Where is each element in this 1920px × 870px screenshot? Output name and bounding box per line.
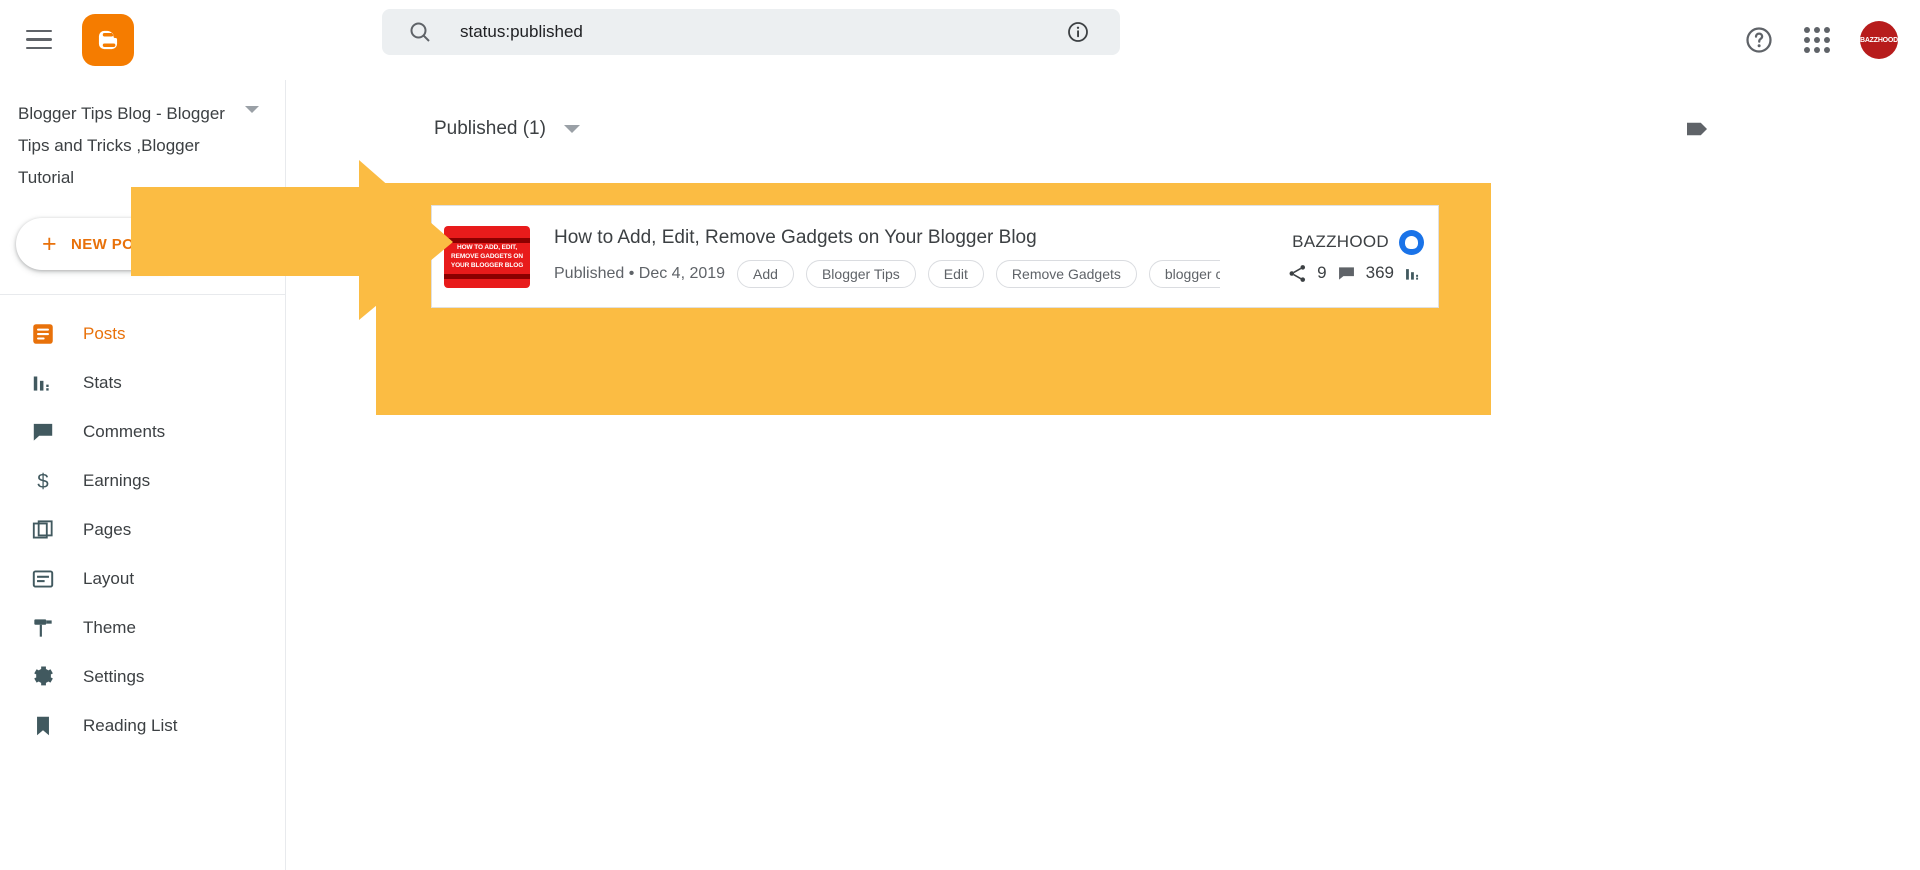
blogger-dashboard: BAZZHOOD Blogger Tips Blog - Blogger Tip… — [0, 0, 1920, 870]
sidebar-item-label: Reading List — [83, 715, 178, 735]
menu-line — [26, 29, 52, 33]
apps-dot — [1804, 47, 1810, 53]
plus-icon: + — [42, 229, 57, 258]
help-icon[interactable] — [1744, 25, 1774, 55]
apps-dot — [1814, 27, 1820, 33]
sidebar-item-label: Earnings — [83, 470, 151, 490]
hamburger-menu-icon[interactable] — [26, 23, 60, 57]
blogger-b-glyph — [98, 30, 118, 49]
chevron-down-icon[interactable] — [245, 106, 259, 113]
filter-label: Published (1) — [434, 118, 546, 139]
label-tag-icon[interactable] — [1682, 114, 1712, 144]
post-tag-chip[interactable]: Remove Gadgets — [995, 260, 1137, 288]
earnings-dollar-icon: $ — [37, 470, 49, 493]
sidebar-item-theme[interactable]: Theme — [0, 603, 285, 652]
post-tag-chip[interactable]: Blogger Tips — [805, 260, 916, 288]
sidebar-item-layout[interactable]: Layout — [0, 554, 285, 603]
post-row[interactable]: HOW TO ADD, EDIT, REMOVE GADGETS ON YOUR… — [431, 205, 1439, 308]
topbar-actions: BAZZHOOD — [1744, 0, 1898, 80]
sidebar-item-comments[interactable]: Comments — [0, 407, 285, 456]
sidebar-item-reading-list[interactable]: Reading List — [0, 701, 285, 750]
post-tag-chip[interactable]: Add — [737, 260, 794, 288]
search-bar[interactable] — [382, 9, 1120, 55]
apps-dot — [1804, 37, 1810, 43]
sidebar-item-label: Stats — [83, 372, 122, 392]
chevron-down-icon — [563, 125, 580, 133]
post-tag-chip[interactable]: blogger customisation — [1148, 260, 1220, 288]
published-filter-dropdown[interactable]: Published (1) — [434, 118, 580, 140]
comment-count: 9 — [1317, 263, 1327, 282]
share-icon[interactable] — [1287, 263, 1308, 284]
layout-icon — [32, 569, 54, 588]
apps-dot — [1824, 47, 1830, 53]
avatar-label: BAZZHOOD — [1860, 36, 1898, 44]
stats-icon — [33, 376, 49, 391]
search-input[interactable] — [460, 22, 1066, 42]
sidebar-item-label: Theme — [83, 617, 136, 637]
blogger-logo-icon[interactable] — [82, 13, 134, 66]
post-thumbnail-text: HOW TO ADD, EDIT, REMOVE GADGETS ON YOUR… — [450, 244, 524, 269]
author-avatar-icon — [1399, 229, 1424, 255]
apps-dot — [1804, 27, 1810, 33]
sidebar-item-pages[interactable]: Pages — [0, 505, 285, 554]
theme-paintroller-icon — [34, 618, 52, 637]
comments-icon — [33, 423, 53, 441]
settings-gear-icon — [34, 665, 53, 685]
post-title[interactable]: How to Add, Edit, Remove Gadgets on Your… — [554, 225, 1220, 251]
sidebar-item-label: Comments — [83, 421, 166, 441]
main-content: Published (1) HOW TO ADD, EDIT, REMOVE G… — [286, 80, 1920, 870]
apps-dot — [1824, 37, 1830, 43]
stats-bar-icon[interactable] — [1403, 263, 1424, 284]
top-app-bar: BAZZHOOD — [0, 0, 1920, 80]
post-stats: 9 369 — [1287, 263, 1424, 284]
pages-icon — [32, 519, 53, 539]
search-icon — [410, 22, 430, 42]
post-info: How to Add, Edit, Remove Gadgets on Your… — [554, 225, 1220, 288]
menu-line — [26, 38, 52, 41]
thumb-bar — [444, 273, 530, 279]
sidebar-item-settings[interactable]: Settings — [0, 652, 285, 701]
posts-toolbar: Published (1) — [286, 100, 1920, 158]
svg-text:$: $ — [37, 470, 49, 493]
sidebar-item-label: Layout — [83, 568, 135, 588]
sidebar-item-label: Settings — [83, 666, 145, 686]
info-icon[interactable] — [1066, 20, 1090, 44]
posts-icon — [33, 323, 53, 344]
thumb-bar — [444, 237, 530, 243]
comment-icon — [1338, 266, 1354, 280]
avatar[interactable]: BAZZHOOD — [1860, 21, 1898, 59]
post-author-name: BAZZHOOD — [1292, 232, 1389, 251]
reading-list-bookmark-icon — [37, 716, 49, 735]
sidebar-item-label: Pages — [83, 519, 132, 539]
post-author: BAZZHOOD — [1292, 229, 1424, 255]
sidebar-nav: Posts Stats Comments $ Earnings Pages La… — [0, 295, 285, 750]
post-thumbnail[interactable]: HOW TO ADD, EDIT, REMOVE GADGETS ON YOUR… — [444, 225, 530, 288]
google-apps-grid-icon[interactable] — [1804, 27, 1830, 53]
menu-line — [26, 46, 52, 50]
post-side-info: BAZZHOOD 9 369 — [1220, 229, 1426, 284]
post-tag-chip[interactable]: Edit — [927, 260, 984, 288]
sidebar-item-earnings[interactable]: $ Earnings — [0, 456, 285, 505]
author-avatar-glyph — [1405, 235, 1418, 249]
apps-dot — [1814, 47, 1820, 53]
post-meta-row: Published • Dec 4, 2019 Add Blogger Tips… — [554, 260, 1220, 288]
sidebar-item-stats[interactable]: Stats — [0, 358, 285, 407]
orange-arrow-annotation — [131, 160, 453, 320]
apps-dot — [1814, 37, 1820, 43]
post-status-date: Published • Dec 4, 2019 — [554, 265, 726, 282]
view-count: 369 — [1365, 263, 1394, 282]
sidebar-item-label: Posts — [83, 323, 126, 343]
apps-dot — [1824, 27, 1830, 33]
